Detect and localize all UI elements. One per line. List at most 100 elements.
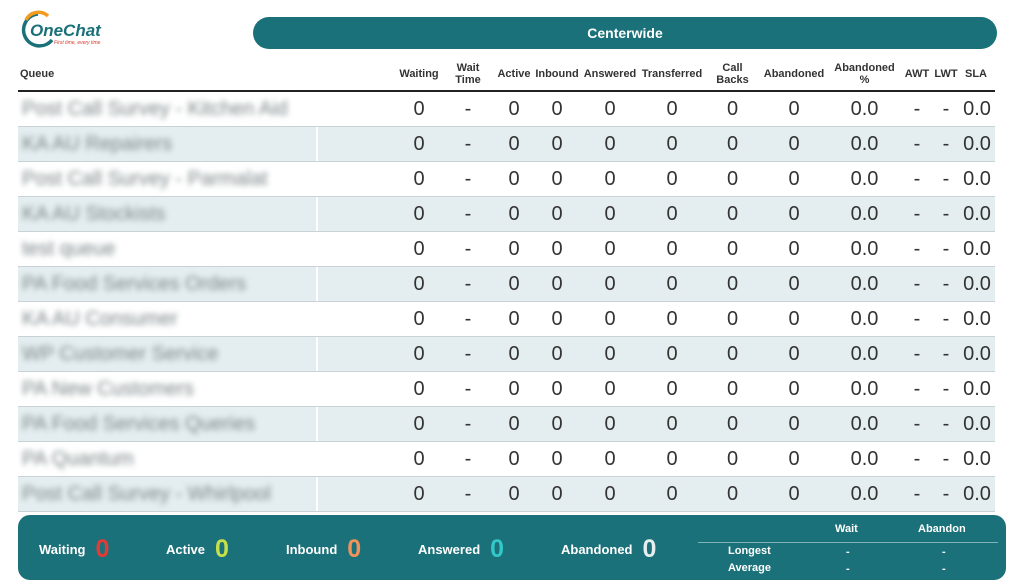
stat-abandoned: Abandoned 0 — [561, 533, 656, 565]
table-row[interactable]: Post Call Survey - Parmalat 0-0 0 0 0 0 0 0.0- -… — [18, 162, 995, 197]
cell-sla: 0.0 — [963, 482, 991, 505]
cell-transferred: 0 — [666, 132, 678, 155]
cell-answered: 0 — [604, 412, 616, 435]
cell-awt: - — [913, 447, 921, 470]
cell-lwt: - — [942, 132, 950, 155]
stat-active: Active 0 — [166, 533, 229, 565]
cell-awt: - — [913, 167, 921, 190]
cell-awt: - — [913, 272, 921, 295]
col-call-backs[interactable]: Call Backs — [710, 58, 755, 90]
cell-active: 0 — [508, 482, 520, 505]
cell-abandoned-pct: 0.0 — [850, 202, 879, 225]
cell-active: 0 — [508, 237, 520, 260]
queue-name-cell: PA Quantum — [18, 442, 316, 476]
cell-answered: 0 — [604, 482, 616, 505]
queue-table: Queue Waiting Wait Time Active Inbound A… — [18, 58, 995, 512]
col-lwt[interactable]: LWT — [932, 58, 960, 90]
cell-abandoned: 0 — [788, 202, 800, 225]
cell-transferred: 0 — [666, 97, 678, 120]
queue-name: PA New Customers — [22, 378, 194, 400]
col-waiting[interactable]: Waiting — [396, 58, 442, 90]
table-row[interactable]: PA Food Services Queries 0-0 0 0 0 0 0 0.0- -0.0 — [18, 407, 995, 442]
cell-abandoned-pct: 0.0 — [850, 97, 879, 120]
cell-active: 0 — [508, 132, 520, 155]
cell-sla: 0.0 — [963, 412, 991, 435]
cell-lwt: - — [942, 202, 950, 225]
queue-name: Post Call Survey - Parmalat — [22, 168, 268, 190]
col-abandoned[interactable]: Abandoned — [761, 58, 827, 90]
cell-abandoned: 0 — [788, 412, 800, 435]
col-awt[interactable]: AWT — [902, 58, 932, 90]
col-inbound[interactable]: Inbound — [534, 58, 580, 90]
col-sla[interactable]: SLA — [961, 58, 991, 90]
cell-sla: 0.0 — [963, 447, 991, 470]
cell-wait-time: - — [464, 482, 472, 505]
cell-awt: - — [913, 377, 921, 400]
cell-wait-time: - — [464, 377, 472, 400]
col-transferred[interactable]: Transferred — [639, 58, 705, 90]
cell-transferred: 0 — [666, 447, 678, 470]
cell-waiting: 0 — [413, 237, 425, 260]
stat-label: Answered — [418, 541, 481, 557]
cell-abandoned: 0 — [788, 132, 800, 155]
table-row[interactable]: KA AU Consumer 0-0 0 0 0 0 0 0.0- -0.0 — [18, 302, 995, 337]
cell-waiting: 0 — [413, 342, 425, 365]
table-row[interactable]: WP Customer Service 0-0 0 0 0 0 0 0.0- -0.0 — [18, 337, 995, 372]
table-row[interactable]: test queue 0-0 0 0 0 0 0 0.0- -0.0 — [18, 232, 995, 267]
table-row[interactable]: PA New Customers 0-0 0 0 0 0 0 0.0- -0.0 — [18, 372, 995, 407]
cell-call-backs: 0 — [726, 97, 739, 120]
col-wait-time[interactable]: Wait Time — [446, 58, 490, 90]
cell-answered: 0 — [604, 202, 616, 225]
table-row[interactable]: Post Call Survey - Whirlpool 0-0 0 0 0 0 0 0.0-… — [18, 477, 995, 512]
cell-answered: 0 — [604, 307, 616, 330]
cell-call-backs: 0 — [726, 237, 739, 260]
queue-name: Post Call Survey - Whirlpool — [22, 483, 271, 505]
col-answered[interactable]: Answered — [582, 58, 638, 90]
table-row[interactable]: PA Quantum 0-0 0 0 0 0 0 0.0- -0.0 — [18, 442, 995, 477]
cell-abandoned-pct: 0.0 — [850, 447, 879, 470]
queue-name-cell: PA Food Services Orders — [18, 267, 316, 301]
queue-name: PA Quantum — [22, 448, 134, 470]
cell-sla: 0.0 — [963, 202, 991, 225]
queue-name-cell: test queue — [18, 232, 316, 266]
cell-sla: 0.0 — [963, 377, 991, 400]
stat-value: 0 — [215, 534, 229, 563]
cell-lwt: - — [942, 272, 950, 295]
cell-lwt: - — [942, 307, 950, 330]
col-active[interactable]: Active — [494, 58, 534, 90]
cell-awt: - — [913, 97, 921, 120]
cell-wait-time: - — [464, 237, 472, 260]
cell-transferred: 0 — [666, 202, 678, 225]
cell-call-backs: 0 — [726, 272, 739, 295]
summary-col-wait: Wait — [835, 523, 858, 535]
cell-waiting: 0 — [413, 202, 425, 225]
queue-name: Post Call Survey - Kitchen Aid — [22, 98, 288, 120]
col-queue[interactable]: Queue — [20, 58, 140, 90]
cell-waiting: 0 — [413, 377, 425, 400]
col-abandoned-pct[interactable]: Abandoned % — [832, 58, 897, 90]
cell-call-backs: 0 — [726, 482, 739, 505]
table-header: Queue Waiting Wait Time Active Inbound A… — [18, 58, 995, 92]
cell-transferred: 0 — [666, 167, 678, 190]
table-row[interactable]: PA Food Services Orders 0-0 0 0 0 0 0 0.0- -0.0 — [18, 267, 995, 302]
cell-transferred: 0 — [666, 237, 678, 260]
cell-answered: 0 — [604, 342, 616, 365]
cell-wait-time: - — [464, 307, 472, 330]
cell-waiting: 0 — [413, 272, 425, 295]
cell-inbound: 0 — [551, 132, 563, 155]
cell-call-backs: 0 — [726, 342, 739, 365]
queue-name: KA AU Consumer — [22, 308, 178, 330]
table-row[interactable]: KA AU Stockists 0-0 0 0 0 0 0 0.0- -0.0 — [18, 197, 995, 232]
table-row[interactable]: KA AU Repairers 0-0 0 0 0 0 0 0.0- -0.0 — [18, 127, 995, 162]
cell-waiting: 0 — [413, 447, 425, 470]
cell-inbound: 0 — [551, 412, 563, 435]
summary-longest-wait: - — [846, 546, 850, 558]
queue-name: PA Food Services Queries — [22, 413, 256, 435]
summary-average-abandon: - — [942, 563, 946, 575]
cell-call-backs: 0 — [726, 307, 739, 330]
wait-abandon-summary: Wait Abandon Longest - - Average - - — [698, 521, 998, 575]
table-row[interactable]: Post Call Survey - Kitchen Aid 0 - 0 0 0 0 0 0 0.… — [18, 92, 995, 127]
cell-waiting: 0 — [413, 167, 425, 190]
cell-sla: 0.0 — [963, 342, 991, 365]
cell-sla: 0.0 — [963, 97, 991, 120]
